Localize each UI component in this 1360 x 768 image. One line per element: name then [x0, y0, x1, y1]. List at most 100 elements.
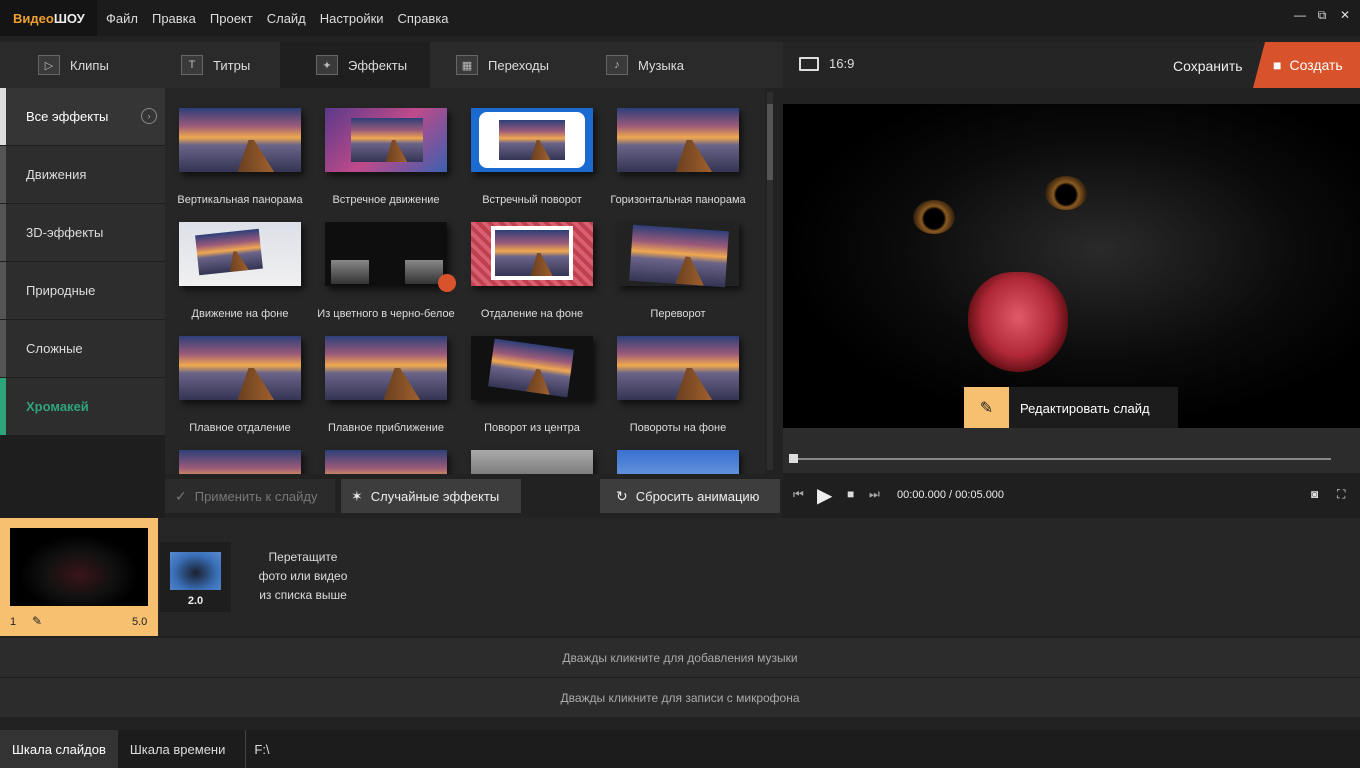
music-track[interactable]: Дважды кликните для добавления музыки — [0, 637, 1360, 677]
preview-canvas — [783, 104, 1360, 428]
tab-effects[interactable]: ✦ Эффекты — [280, 42, 430, 88]
transition-item[interactable]: 2.0 — [160, 542, 231, 612]
text-icon: T — [181, 55, 203, 75]
category-motion[interactable]: Движения — [0, 146, 165, 203]
effect-thumbnail — [325, 108, 447, 172]
slide-timeline: 1 ✎ 5.0 2.0 Перетащите фото или видео из… — [0, 518, 1360, 636]
tab-time-timeline[interactable]: Шкала времени — [118, 730, 238, 768]
effect-tile[interactable]: Отдаление на фоне — [462, 222, 602, 320]
menu-edit[interactable]: Правка — [152, 11, 196, 26]
video-camera-icon: ■ — [1273, 57, 1282, 73]
random-effects-button[interactable]: ✶ Случайные эффекты — [341, 479, 521, 513]
effect-tile[interactable]: Из цветного в черно-белое — [316, 222, 456, 320]
aspect-ratio-selector[interactable]: 16:9 — [799, 56, 854, 71]
effect-tile[interactable]: Вертикальная панорама — [170, 108, 310, 206]
slide-item[interactable]: 1 ✎ 5.0 — [0, 518, 158, 636]
pencil-icon: ✎ — [964, 387, 1009, 429]
effect-tile[interactable] — [316, 450, 456, 474]
category-chromakey[interactable]: Хромакей — [0, 378, 165, 435]
seek-handle[interactable] — [789, 454, 798, 463]
effect-tile[interactable]: Повороты на фоне — [608, 336, 748, 434]
slide-thumbnail — [10, 528, 148, 606]
effect-thumbnail — [179, 108, 301, 172]
menu-bar: Файл Правка Проект Слайд Настройки Справ… — [106, 0, 463, 36]
microphone-track[interactable]: Дважды кликните для записи с микрофона — [0, 677, 1360, 717]
tab-transitions[interactable]: ▦ Переходы — [456, 42, 549, 88]
playback-controls: ⏮ ▶ ■ ⏭ 00:00.000 / 00:05.000 ◙ ⛶ — [783, 473, 1360, 518]
effect-tile[interactable]: Плавное приближение — [316, 336, 456, 434]
tab-clips[interactable]: ▷ Клипы — [38, 42, 109, 88]
edit-slide-button[interactable]: ✎ Редактировать слайд — [964, 387, 1178, 429]
category-all-effects[interactable]: Все эффекты › — [0, 88, 165, 145]
seek-bar[interactable] — [795, 458, 1331, 460]
status-bar: Шкала слайдов Шкала времени F:\ — [0, 730, 1360, 768]
transition-thumbnail — [170, 552, 221, 590]
effect-tile[interactable]: Встречное движение — [316, 108, 456, 206]
pencil-icon[interactable]: ✎ — [32, 614, 42, 628]
effect-thumbnail — [471, 336, 593, 400]
time-readout: 00:00.000 / 00:05.000 — [897, 489, 1005, 501]
slide-number: 1 — [10, 616, 17, 628]
effect-tile[interactable] — [608, 450, 748, 474]
effects-scrollbar[interactable] — [767, 92, 773, 470]
effect-tile[interactable]: Встречный поворот — [462, 108, 602, 206]
play-icon: ▷ — [38, 55, 60, 75]
play-icon[interactable]: ▶ — [817, 483, 832, 508]
transition-duration: 2.0 — [187, 595, 204, 607]
effect-tile[interactable] — [462, 450, 602, 474]
title-bar: Видео ШОУ Файл Правка Проект Слайд Настро… — [0, 0, 1360, 36]
check-icon: ✓ — [175, 487, 187, 504]
menu-help[interactable]: Справка — [398, 11, 449, 26]
menu-slide[interactable]: Слайд — [267, 11, 306, 26]
refresh-icon: ↻ — [616, 487, 628, 504]
effect-thumbnail — [325, 222, 456, 292]
window-controls: — ⧉ ✕ — [1294, 8, 1350, 23]
app-logo: Видео ШОУ — [0, 0, 97, 36]
effect-thumbnail — [617, 336, 739, 400]
restore-icon[interactable]: ⧉ — [1317, 8, 1327, 23]
magic-wand-icon: ✦ — [316, 55, 338, 75]
fullscreen-icon[interactable]: ⛶ — [1337, 487, 1345, 502]
effect-tile[interactable]: Плавное отдаление — [170, 336, 310, 434]
menu-file[interactable]: Файл — [106, 11, 138, 26]
monitor-icon — [799, 56, 819, 71]
effect-thumbnail — [179, 222, 301, 286]
chevron-right-icon: › — [141, 108, 157, 124]
effect-thumbnail — [179, 336, 301, 400]
effect-thumbnail — [617, 108, 739, 172]
snapshot-icon[interactable]: ◙ — [1311, 487, 1318, 501]
magic-wand-icon: ✶ — [351, 487, 363, 504]
clapper-icon: ▦ — [456, 55, 478, 75]
menu-project[interactable]: Проект — [210, 11, 253, 26]
create-button[interactable]: ■ Создать — [1253, 42, 1360, 88]
apply-to-slide-button[interactable]: ✓ Применить к слайду — [165, 479, 335, 513]
effect-tile[interactable]: Переворот — [608, 222, 748, 320]
category-nature[interactable]: Природные — [0, 262, 165, 319]
current-path: F:\ — [245, 730, 270, 768]
preview-image — [913, 200, 955, 234]
close-icon[interactable]: ✕ — [1340, 8, 1350, 23]
tabs-bar: ▷ Клипы T Титры ✦ Эффекты ▦ Переходы ♪ М… — [0, 42, 783, 88]
tab-titles[interactable]: T Титры — [181, 42, 250, 88]
effects-grid: Вертикальная панорама Встречное движение… — [165, 88, 765, 474]
effect-thumbnail — [325, 336, 447, 400]
stop-icon[interactable]: ■ — [847, 487, 854, 501]
tab-music[interactable]: ♪ Музыка — [606, 42, 684, 88]
slide-duration: 5.0 — [132, 616, 148, 628]
reset-animation-button[interactable]: ↻ Сбросить анимацию — [600, 479, 780, 513]
effect-tile[interactable] — [170, 450, 310, 474]
effect-tile[interactable]: Поворот из центра — [462, 336, 602, 434]
category-3d[interactable]: 3D-эффекты — [0, 204, 165, 261]
category-complex[interactable]: Сложные — [0, 320, 165, 377]
drop-hint: Перетащите фото или видео из списка выше — [258, 550, 348, 602]
skip-back-icon[interactable]: ⏮ — [793, 487, 804, 502]
effect-tile[interactable]: Движение на фоне — [170, 222, 310, 320]
effect-tile[interactable]: Горизонтальная панорама — [608, 108, 748, 206]
skip-forward-icon[interactable]: ⏭ — [869, 487, 880, 502]
effect-thumbnail — [471, 222, 593, 286]
menu-settings[interactable]: Настройки — [320, 11, 384, 26]
tab-slide-timeline[interactable]: Шкала слайдов — [0, 730, 118, 768]
minimize-icon[interactable]: — — [1294, 8, 1306, 23]
save-button[interactable]: Сохранить — [1173, 58, 1243, 74]
effect-thumbnail — [471, 108, 593, 172]
